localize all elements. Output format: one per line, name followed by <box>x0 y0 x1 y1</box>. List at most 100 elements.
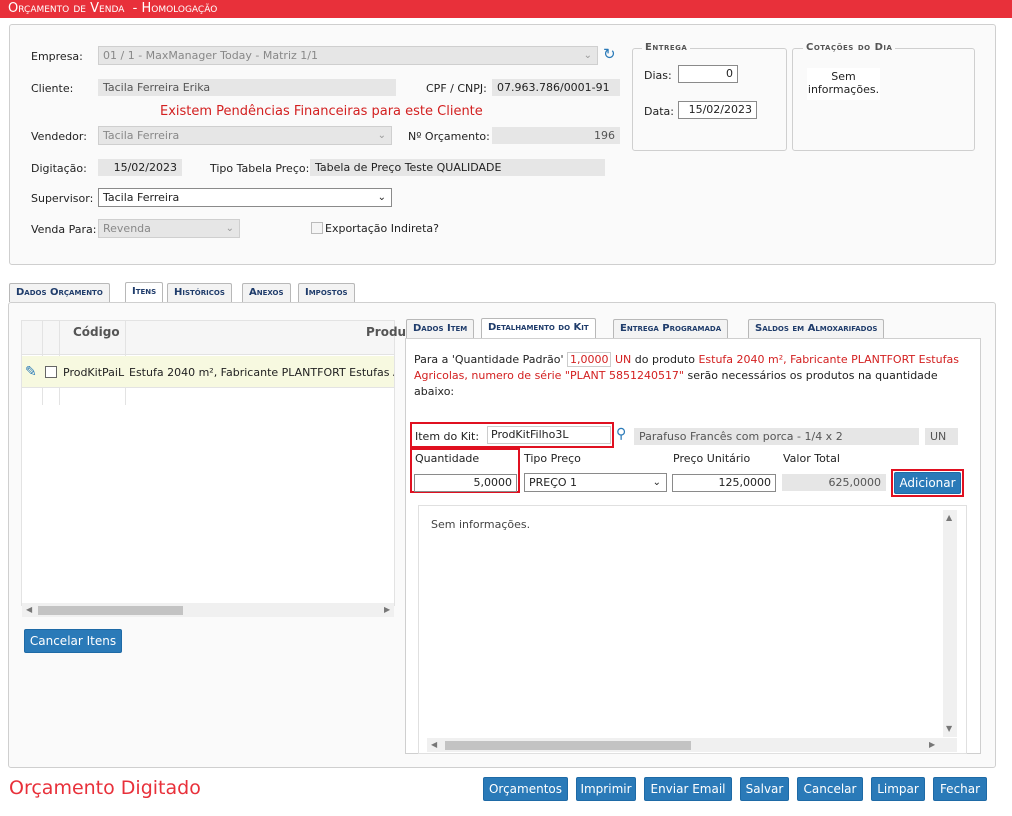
kit-produto-line2: Agricolas, numero de série "PLANT 585124… <box>414 369 684 382</box>
venda-value: Revenda <box>103 222 151 235</box>
kit-qtd-padrao: 1,0000 <box>566 352 612 367</box>
search-icon[interactable]: ⚲ <box>616 426 626 442</box>
refresh-icon[interactable]: ↻ <box>603 46 616 63</box>
kit-intro-mid: do produto <box>634 353 695 366</box>
cotacoes-empty: Sem informações. <box>807 68 880 100</box>
kit-intro-suffix: serão necessários os produtos na quantid… <box>687 369 938 382</box>
chevron-down-icon: ⌄ <box>225 223 234 234</box>
scroll-right-icon[interactable]: ▶ <box>384 605 390 614</box>
empresa-select[interactable]: 01 / 1 - MaxManager Today - Matriz 1/1 ⌄ <box>98 46 598 65</box>
chevron-down-icon: ⌄ <box>377 130 386 141</box>
kit-list-hscrollbar[interactable]: ◀ ▶ <box>427 738 957 752</box>
col-codigo-header[interactable]: Código <box>73 325 120 339</box>
dias-input[interactable]: 0 <box>678 65 738 83</box>
dias-label: Dias: <box>644 69 672 82</box>
fechar-button[interactable]: Fechar <box>933 777 987 801</box>
scroll-right-icon[interactable]: ▶ <box>929 740 935 749</box>
kit-produto: Estufa 2040 m², Fabricante PLANTFORT Est… <box>698 353 959 366</box>
limpar-button[interactable]: Limpar <box>871 777 925 801</box>
tab-dados-orcamento[interactable]: Dados Orçamento <box>9 283 110 302</box>
vendedor-label: Vendedor: <box>31 130 87 143</box>
row-produto: Estufa 2040 m², Fabricante PLANTFORT Est… <box>129 366 394 379</box>
tab-impostos[interactable]: Impostos <box>298 283 355 302</box>
tipo-preco-label: Tipo Preço <box>524 452 581 465</box>
orcamento-label: Nº Orçamento: <box>408 130 490 143</box>
empresa-label: Empresa: <box>31 50 83 63</box>
exportacao-checkbox[interactable] <box>311 222 323 234</box>
digitacao-field: 15/02/2023 <box>98 159 182 176</box>
enviar-email-button[interactable]: Enviar Email <box>644 777 732 801</box>
data-input[interactable]: 15/02/2023 <box>678 101 757 119</box>
cliente-field: Tacila Ferreira Erika <box>98 79 396 96</box>
supervisor-select[interactable]: Tacila Ferreira ⌄ <box>98 188 392 207</box>
cancelar-button[interactable]: Cancelar <box>797 777 863 801</box>
valor-total-label: Valor Total <box>783 452 840 465</box>
item-kit-label: Item do Kit: <box>415 430 480 443</box>
cliente-label: Cliente: <box>31 82 74 95</box>
data-label: Data: <box>644 105 674 118</box>
kit-un: UN <box>614 353 632 366</box>
venda-label: Venda Para: <box>31 223 97 236</box>
salvar-button[interactable]: Salvar <box>740 777 789 801</box>
scroll-left-icon[interactable]: ◀ <box>26 605 32 614</box>
items-grid-hscrollbar[interactable]: ◀ ▶ <box>22 603 394 617</box>
chevron-down-icon: ⌄ <box>377 192 386 203</box>
pendencias-alert: Existem Pendências Financeiras para este… <box>160 104 483 119</box>
kit-items-empty: Sem informações. <box>431 518 531 531</box>
supervisor-label: Supervisor: <box>31 192 94 205</box>
quantidade-label: Quantidade <box>415 452 480 465</box>
entrega-legend: Entrega <box>642 42 691 53</box>
adicionar-button[interactable]: Adicionar <box>894 472 961 494</box>
item-kit-input[interactable]: ProdKitFilho3L <box>487 426 611 444</box>
kit-intro-suffix2: abaixo: <box>414 385 455 398</box>
imprimir-button[interactable]: Imprimir <box>576 777 636 801</box>
valor-total-field: 625,0000 <box>782 474 886 491</box>
kit-list-vscrollbar[interactable]: ▲ ▼ <box>943 510 957 737</box>
chevron-down-icon: ⌄ <box>583 50 592 61</box>
cpf-label: CPF / CNPJ: <box>426 82 487 95</box>
subtab-dados-item[interactable]: Dados Item <box>406 319 475 338</box>
chevron-down-icon: ⌄ <box>652 477 661 488</box>
digitacao-label: Digitação: <box>31 162 87 175</box>
cotacoes-legend: Cotações do Dia <box>803 42 896 53</box>
kit-intro: Para a 'Quantidade Padrão' 1,0000 UN do … <box>414 352 964 400</box>
window-title: Orçamento de Venda - Homologação <box>0 0 1012 18</box>
tabela-label: Tipo Tabela Preço: <box>210 162 310 175</box>
tab-itens[interactable]: Itens <box>125 282 164 302</box>
item-kit-desc: Parafuso Francês com porca - 1/4 x 2 <box>634 428 919 445</box>
supervisor-value: Tacila Ferreira <box>103 191 180 204</box>
kit-items-list <box>418 505 967 754</box>
tab-historicos[interactable]: Históricos <box>167 283 232 302</box>
venda-select[interactable]: Revenda ⌄ <box>98 219 240 238</box>
quantidade-input[interactable]: 5,0000 <box>414 474 517 492</box>
exportacao-label: Exportação Indireta? <box>325 222 439 235</box>
preco-unitario-input[interactable]: 125,0000 <box>672 474 776 492</box>
scroll-thumb[interactable] <box>445 741 691 750</box>
item-kit-un: UN <box>925 428 958 445</box>
cpf-field: 07.963.786/0001-91 <box>492 79 620 96</box>
entrega-fieldset <box>632 48 787 151</box>
col-produto-header[interactable]: Produ <box>366 325 406 339</box>
empresa-value: 01 / 1 - MaxManager Today - Matriz 1/1 <box>103 49 318 62</box>
subtab-saldos-almoxarifados[interactable]: Saldos em Almoxarifados <box>748 319 885 338</box>
preco-unitario-label: Preço Unitário <box>673 452 751 465</box>
vendedor-select[interactable]: Tacila Ferreira ⌄ <box>98 126 392 145</box>
scroll-down-icon[interactable]: ▼ <box>946 724 952 733</box>
kit-intro-prefix: Para a 'Quantidade Padrão' <box>414 353 564 366</box>
scroll-up-icon[interactable]: ▲ <box>946 513 952 522</box>
tabela-field: Tabela de Preço Teste QUALIDADE <box>310 159 605 176</box>
tab-anexos[interactable]: Anexos <box>242 283 291 302</box>
cancelar-itens-button[interactable]: Cancelar Itens <box>24 629 122 653</box>
status-text: Orçamento Digitado <box>9 777 201 799</box>
row-codigo: ProdKitPaiL <box>63 366 125 379</box>
orcamento-field: 196 <box>492 127 620 144</box>
subtab-detalhamento-kit[interactable]: Detalhamento do Kit <box>481 318 596 338</box>
row-checkbox[interactable] <box>45 366 57 378</box>
tipo-preco-select[interactable]: PREÇO 1 ⌄ <box>524 473 667 492</box>
edit-pencil-icon[interactable]: ✎ <box>25 364 37 380</box>
scroll-thumb[interactable] <box>38 606 183 615</box>
vendedor-value: Tacila Ferreira <box>103 129 180 142</box>
scroll-left-icon[interactable]: ◀ <box>431 740 437 749</box>
orcamentos-button[interactable]: Orçamentos <box>483 777 568 801</box>
subtab-entrega-programada[interactable]: Entrega Programada <box>613 319 729 338</box>
